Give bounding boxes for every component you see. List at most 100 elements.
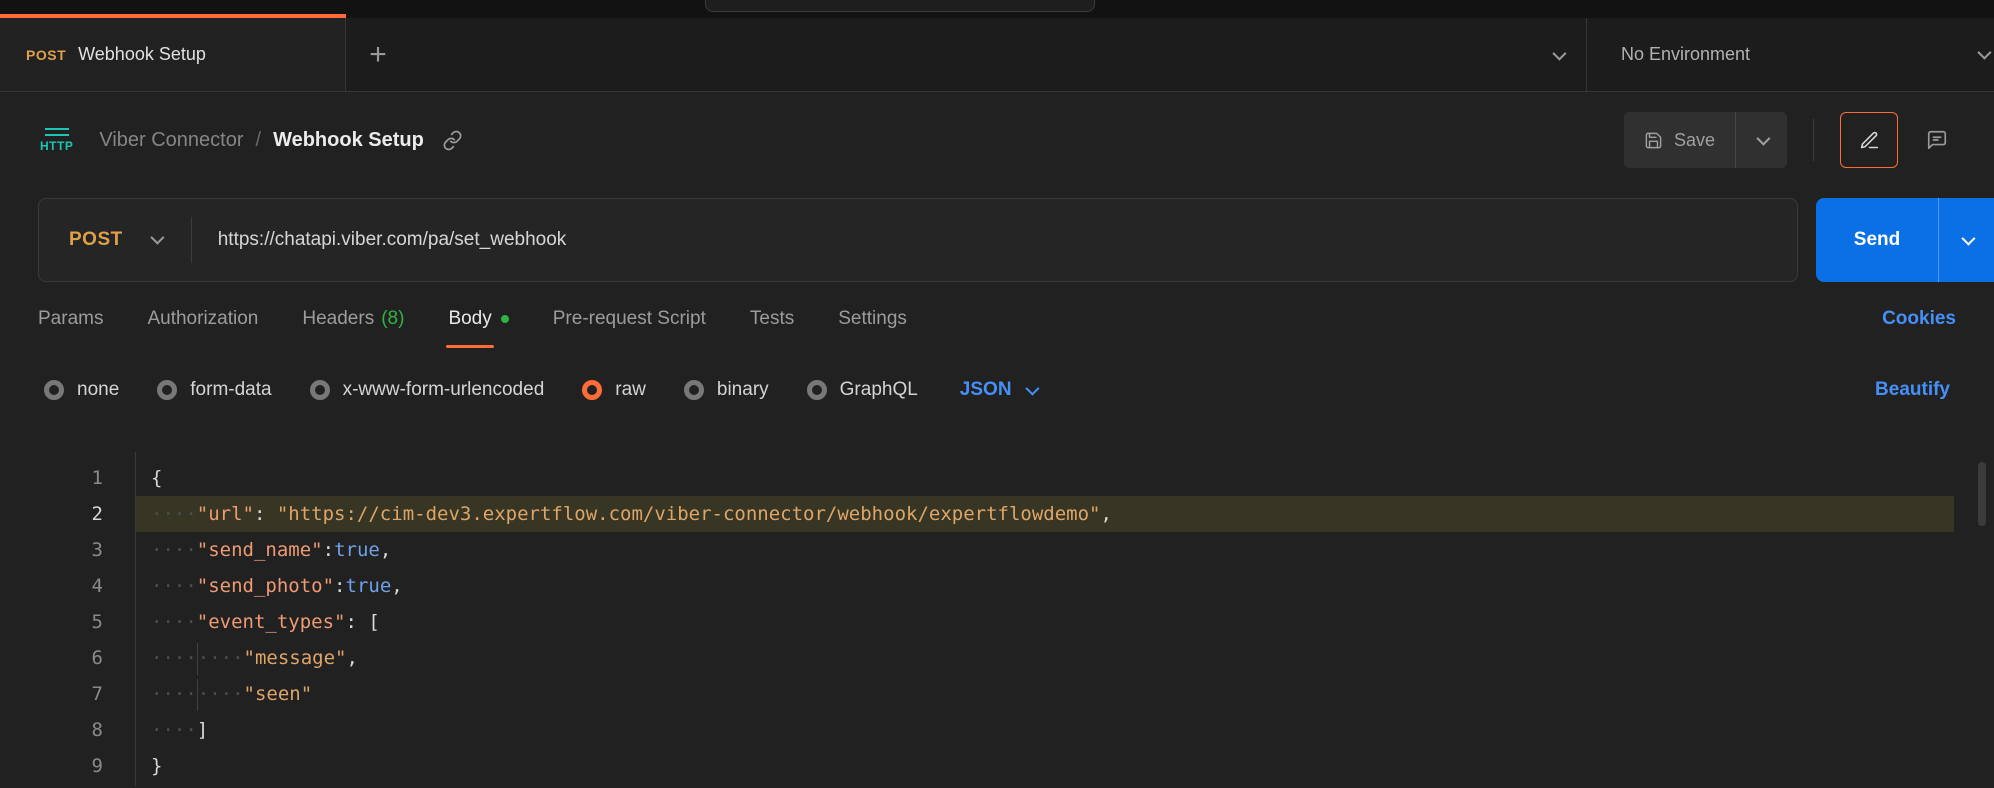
tab-authorization[interactable]: Authorization (147, 282, 258, 356)
method-selector[interactable]: POST (39, 229, 191, 251)
save-options-button[interactable] (1735, 112, 1787, 168)
code-line-3[interactable]: 3····"send_name":true, (0, 532, 1994, 568)
tab-count-badge: (8) (381, 308, 404, 330)
radio-none[interactable]: none (44, 379, 119, 401)
save-button-label: Save (1674, 130, 1715, 151)
line-number: 6 (0, 640, 135, 676)
environment-selector[interactable]: No Environment (1586, 18, 1994, 91)
code-line-6[interactable]: 6········"message", (0, 640, 1994, 676)
tab-pre-request-script[interactable]: Pre-request Script (553, 282, 706, 356)
chevron-down-icon (1756, 132, 1770, 146)
code-content: } (135, 748, 1954, 784)
code-content: ····"event_types": [ (135, 604, 1954, 640)
code-content: ····"send_name":true, (135, 532, 1954, 568)
environment-label: No Environment (1621, 44, 1750, 65)
tab-tests[interactable]: Tests (750, 282, 794, 356)
tab-bar: POST Webhook Setup + No Environment (0, 18, 1994, 92)
code-content: ····"send_photo":true, (135, 568, 1954, 604)
documentation-button[interactable] (1840, 112, 1898, 168)
method-label: POST (69, 229, 123, 251)
code-line-9[interactable]: 9} (0, 748, 1994, 784)
radio-label: binary (717, 379, 769, 401)
code-content: { (135, 460, 1954, 496)
tab-label: Settings (838, 308, 907, 330)
tab-list-chevron-button[interactable] (1530, 18, 1586, 91)
tab-settings[interactable]: Settings (838, 282, 907, 356)
radio-circle-icon (807, 380, 827, 400)
send-options-button[interactable] (1938, 198, 1994, 282)
request-tabs-list: Params Authorization Headers (8) Body Pre-req… (38, 282, 907, 356)
tab-method-badge: POST (26, 47, 66, 63)
save-button-group: Save (1624, 112, 1787, 168)
code-line-7[interactable]: 7········"seen" (0, 676, 1994, 712)
radio-x-www-form-urlencoded[interactable]: x-www-form-urlencoded (310, 379, 545, 401)
chevron-down-icon (1552, 46, 1566, 60)
radio-label: form-data (190, 379, 271, 401)
line-number: 8 (0, 712, 135, 748)
http-icon-lines (45, 128, 69, 136)
code-line-8[interactable]: 8····] (0, 712, 1994, 748)
line-number: 1 (0, 460, 135, 496)
code-line-4[interactable]: 4····"send_photo":true, (0, 568, 1994, 604)
radio-binary[interactable]: binary (684, 379, 769, 401)
radio-form-data[interactable]: form-data (157, 379, 271, 401)
tab-label: Headers (302, 308, 374, 330)
line-number: 9 (0, 748, 135, 784)
tab-label: Tests (750, 308, 794, 330)
breadcrumb-request-name[interactable]: Webhook Setup (273, 129, 424, 152)
radio-circle-icon (310, 380, 330, 400)
url-input[interactable]: https://chatapi.viber.com/pa/set_webhook (192, 229, 1797, 251)
request-tab-webhook-setup[interactable]: POST Webhook Setup (0, 18, 346, 91)
breadcrumb-separator: / (256, 129, 262, 152)
editor-scrollbar[interactable] (1978, 462, 1986, 526)
radio-label: none (77, 379, 119, 401)
code-content: ····"url": "https://cim-dev3.expertflow.… (135, 496, 1954, 532)
tab-label: Params (38, 308, 103, 330)
radio-circle-icon (44, 380, 64, 400)
code-line-1[interactable]: 1{ (0, 460, 1994, 496)
radio-graphql[interactable]: GraphQL (807, 379, 918, 401)
body-language-label: JSON (960, 379, 1012, 401)
body-type-radio-list: none form-data x-www-form-urlencoded raw bin… (44, 379, 918, 401)
chevron-down-icon (151, 231, 161, 249)
code-content: ····] (135, 712, 1954, 748)
line-number: 3 (0, 532, 135, 568)
request-tabs-row: Params Authorization Headers (8) Body Pre-req… (0, 282, 1994, 356)
save-button[interactable]: Save (1624, 112, 1735, 168)
chevron-down-icon (1961, 232, 1975, 246)
chevron-down-icon (1978, 46, 1988, 64)
tab-label: Authorization (147, 308, 258, 330)
send-button[interactable]: Send (1816, 198, 1938, 282)
comments-button[interactable] (1908, 112, 1966, 168)
request-header-row: HTTP Viber Connector / Webhook Setup Sav… (0, 92, 1994, 188)
save-icon (1644, 131, 1663, 150)
body-language-select[interactable]: JSON (960, 379, 1036, 401)
body-editor[interactable]: 1{2····"url": "https://cim-dev3.expertfl… (0, 452, 1994, 786)
new-tab-button[interactable]: + (346, 18, 410, 91)
tab-bar-spacer (410, 18, 1530, 91)
line-number: 7 (0, 676, 135, 712)
global-search-bar[interactable] (705, 0, 1095, 12)
tab-label: Pre-request Script (553, 308, 706, 330)
code-line-2[interactable]: 2····"url": "https://cim-dev3.expertflow… (0, 496, 1994, 532)
body-type-row: none form-data x-www-form-urlencoded raw bin… (0, 356, 1994, 424)
request-header-actions: Save (1624, 112, 1966, 168)
tab-headers[interactable]: Headers (8) (302, 282, 404, 356)
cookies-link[interactable]: Cookies (1882, 308, 1956, 330)
code-line-5[interactable]: 5····"event_types": [ (0, 604, 1994, 640)
tab-params[interactable]: Params (38, 282, 103, 356)
tab-title: Webhook Setup (78, 44, 206, 65)
breadcrumb-collection[interactable]: Viber Connector (99, 129, 243, 152)
radio-circle-icon (157, 380, 177, 400)
copy-link-icon[interactable] (442, 130, 463, 151)
comment-icon (1926, 129, 1948, 151)
radio-raw[interactable]: raw (582, 379, 646, 401)
line-number: 4 (0, 568, 135, 604)
radio-label: raw (615, 379, 646, 401)
radio-circle-icon (582, 380, 602, 400)
beautify-link[interactable]: Beautify (1875, 379, 1950, 401)
active-tab-accent-line (0, 14, 346, 18)
tab-body[interactable]: Body (448, 282, 508, 356)
tab-label: Body (448, 308, 491, 330)
divider (1813, 119, 1814, 161)
